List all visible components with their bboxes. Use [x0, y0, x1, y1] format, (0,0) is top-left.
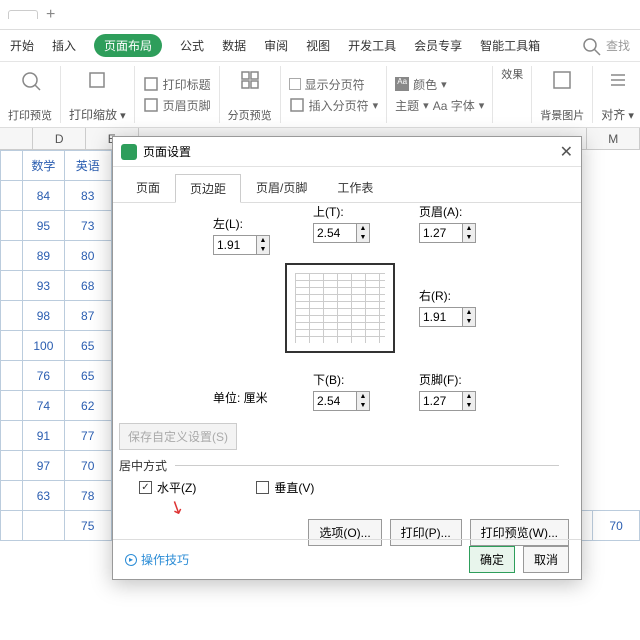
scale-icon [86, 69, 108, 91]
checkbox-vertical[interactable]: 垂直(V) [256, 479, 314, 496]
spinner-left[interactable]: ▲▼ [213, 235, 270, 255]
header-icon [143, 97, 159, 113]
menu-dev[interactable]: 开发工具 [348, 37, 396, 54]
ribbon: 打印预览 打印缩放 ▾ 打印标题 页眉页脚 分页预览 显示分页符 插入分页符 ▾… [0, 62, 640, 128]
menu-page-layout[interactable]: 页面布局 [94, 34, 162, 57]
spinner-top[interactable]: ▲▼ [313, 223, 370, 243]
play-icon: ▸ [125, 554, 137, 566]
label-left: 左(L): [213, 215, 243, 232]
ribbon-font[interactable]: 主题 ▾ Aa 字体 ▾ [395, 97, 484, 114]
ribbon-print-scale[interactable]: 打印缩放 ▾ [61, 66, 135, 123]
search-box[interactable]: 查找 [580, 35, 630, 57]
magnifier-icon [19, 69, 41, 91]
page-setup-dialog: 页面设置 ✕ 页面 页边距 页眉/页脚 工作表 上(T): ▲▼ 页眉(A): ▲▼… [112, 136, 582, 580]
title-icon [143, 76, 159, 92]
ribbon-theme[interactable]: Aa颜色 ▾ [395, 76, 484, 93]
menu-formula[interactable]: 公式 [180, 37, 204, 54]
ribbon-section-preview[interactable]: 分页预览 [220, 66, 281, 123]
ribbon-print-preview[interactable]: 打印预览 [0, 66, 61, 123]
break-icon [289, 97, 305, 113]
dialog-title: 页面设置 [143, 143, 191, 160]
checkbox-horizontal[interactable]: ✓水平(Z) [139, 479, 196, 496]
search-icon [580, 35, 602, 57]
tips-link[interactable]: ▸操作技巧 [125, 551, 189, 568]
menu-smart[interactable]: 智能工具箱 [480, 37, 540, 54]
center-section-label: 居中方式 [119, 457, 559, 474]
annotation-arrow: ↘ [165, 495, 188, 520]
section-icon [239, 69, 261, 91]
image-icon [551, 69, 573, 91]
ribbon-bg[interactable]: 背景图片 [532, 66, 593, 123]
tab-header-footer[interactable]: 页眉/页脚 [241, 173, 322, 202]
ribbon-header-footer[interactable]: 页眉页脚 [143, 97, 211, 114]
ribbon-insert-break[interactable]: 插入分页符 ▾ [289, 97, 379, 114]
label-top: 上(T): [313, 203, 344, 220]
menubar: 开始 插入 页面布局 公式 数据 审阅 视图 开发工具 会员专享 智能工具箱 查… [0, 30, 640, 62]
menu-start[interactable]: 开始 [10, 37, 34, 54]
ribbon-align[interactable]: 对齐 ▾ [593, 66, 640, 123]
col-header[interactable]: M [587, 128, 640, 149]
label-right: 右(R): [419, 287, 451, 304]
label-header: 页眉(A): [419, 203, 462, 220]
margin-preview [285, 263, 395, 353]
save-custom-button: 保存自定义设置(S) [119, 423, 237, 450]
close-button[interactable]: ✕ [560, 142, 573, 162]
tab-sheet[interactable]: 工作表 [322, 173, 388, 202]
label-bottom: 下(B): [313, 371, 344, 388]
menu-insert[interactable]: 插入 [52, 37, 76, 54]
menu-review[interactable]: 审阅 [264, 37, 288, 54]
dialog-titlebar[interactable]: 页面设置 ✕ [113, 137, 581, 167]
spinner-right[interactable]: ▲▼ [419, 307, 476, 327]
tab-page[interactable]: 页面 [121, 173, 175, 202]
spinner-footer[interactable]: ▲▼ [419, 391, 476, 411]
app-icon [121, 144, 137, 160]
label-unit: 单位: 厘米 [213, 389, 268, 406]
document-tabbar: + [0, 0, 640, 30]
col-header[interactable]: D [33, 128, 86, 149]
menu-member[interactable]: 会员专享 [414, 37, 462, 54]
ok-button[interactable]: 确定 [469, 546, 515, 573]
align-icon [607, 69, 629, 91]
label-footer: 页脚(F): [419, 371, 462, 388]
document-tab[interactable] [8, 10, 38, 19]
ribbon-effect[interactable]: 效果 [493, 66, 532, 123]
add-tab-button[interactable]: + [46, 6, 55, 24]
ribbon-show-break[interactable]: 显示分页符 [289, 76, 379, 93]
tab-margins[interactable]: 页边距 [175, 174, 241, 203]
menu-data[interactable]: 数据 [222, 37, 246, 54]
spinner-bottom[interactable]: ▲▼ [313, 391, 370, 411]
menu-view[interactable]: 视图 [306, 37, 330, 54]
cancel-button[interactable]: 取消 [523, 546, 569, 573]
spinner-header[interactable]: ▲▼ [419, 223, 476, 243]
ribbon-print-title[interactable]: 打印标题 [143, 76, 211, 93]
col-header[interactable] [0, 128, 33, 149]
dialog-tabs: 页面 页边距 页眉/页脚 工作表 [113, 167, 581, 203]
